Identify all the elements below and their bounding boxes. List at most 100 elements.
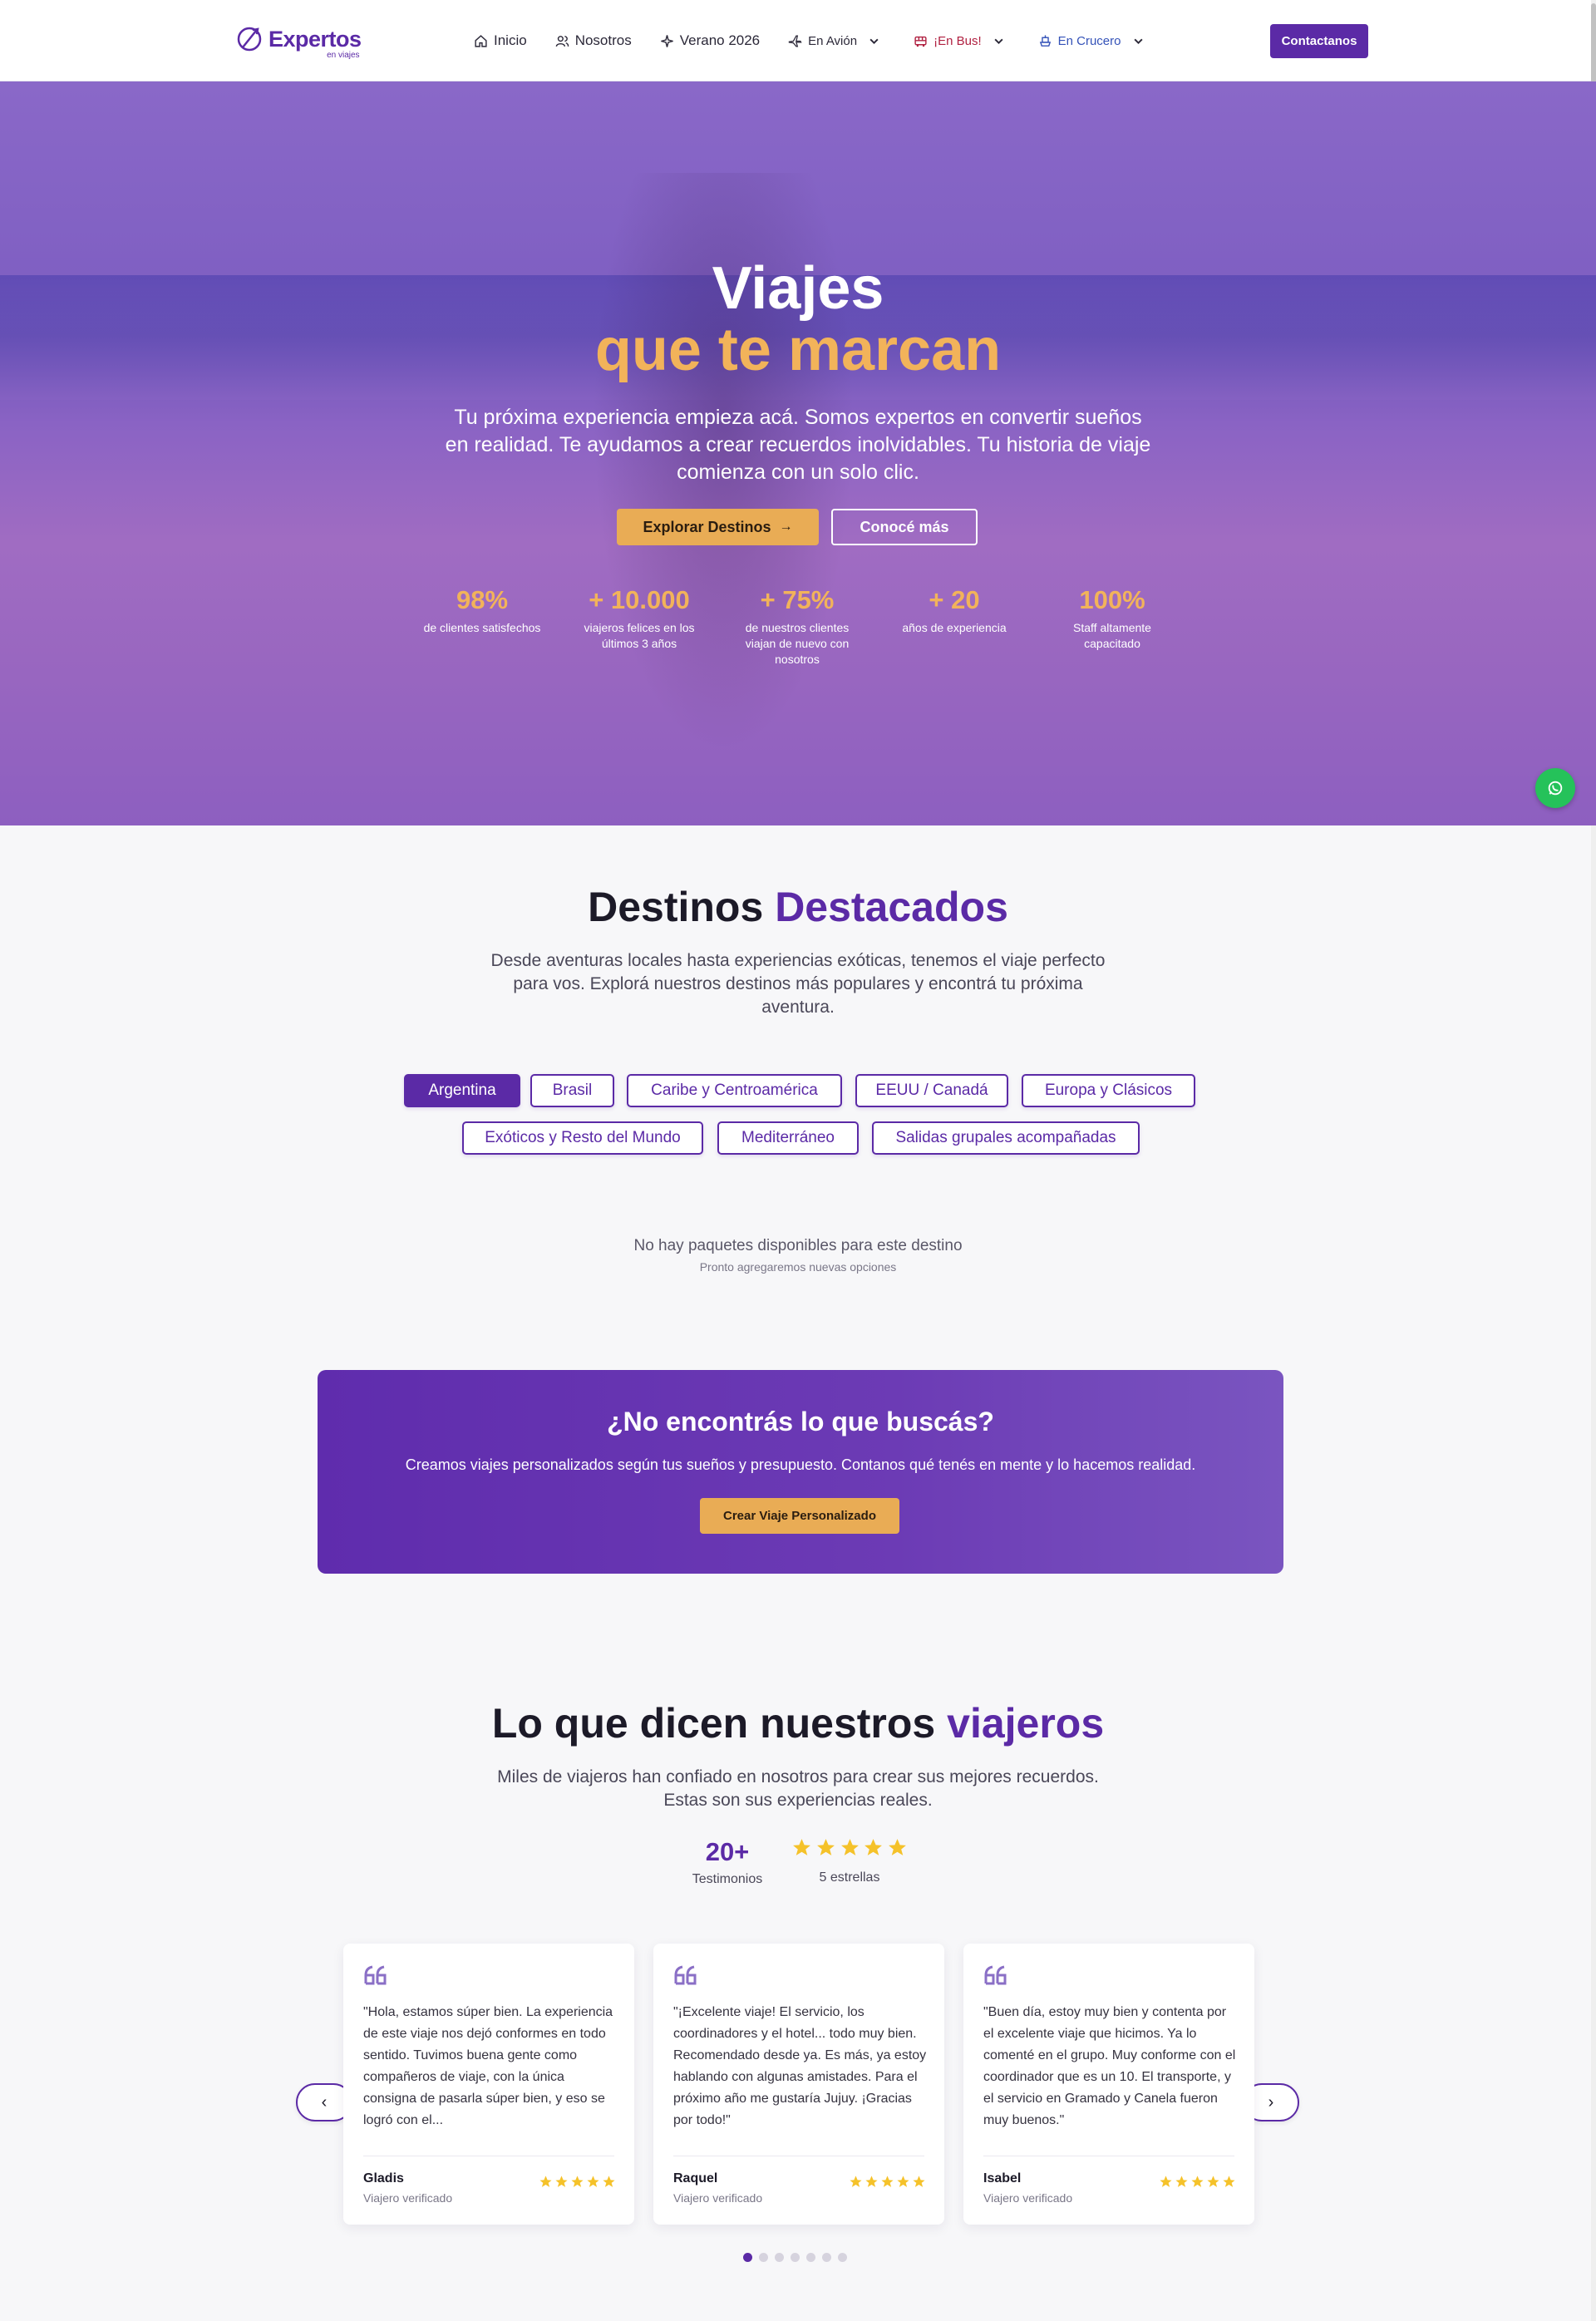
logo[interactable]: Expertos en viajes — [235, 25, 362, 60]
compass-logo-icon — [237, 27, 262, 52]
rating-stars — [791, 1837, 908, 1858]
quote-icon — [674, 1965, 697, 1985]
learn-more-button[interactable]: Conocé más — [831, 509, 978, 545]
stat-item: 100% Staff altamente capacitado — [1050, 585, 1175, 652]
main-menu: Inicio Nosotros Verano 2026 En Avión ¡En… — [474, 0, 1178, 81]
empty-state-subtitle: Pronto agregaremos nuevas opciones — [699, 1260, 897, 1274]
stat-item: 98% de clientes satisfechos — [420, 585, 544, 636]
star-icon — [881, 2176, 894, 2187]
heading-text: Lo que dicen nuestros — [491, 1700, 936, 1747]
filter-exoticos[interactable]: Exóticos y Resto del Mundo — [462, 1121, 703, 1155]
nav-item-nosotros[interactable]: Nosotros — [555, 32, 632, 49]
carousel-dot[interactable] — [743, 2253, 752, 2262]
heading-accent: Destacados — [775, 884, 1008, 930]
nav-label: En Avión — [808, 33, 858, 48]
star-icon — [864, 1839, 883, 1855]
nav-label: Nosotros — [574, 32, 632, 48]
users-icon — [555, 35, 569, 47]
filter-mediterraneo[interactable]: Mediterráneo — [717, 1121, 859, 1155]
stat-label: de nuestros clientes viajan de nuevo con… — [745, 621, 850, 666]
nav-label: En Crucero — [1057, 33, 1121, 48]
stat-label: años de experiencia — [902, 621, 1007, 634]
star-icon — [1175, 2176, 1188, 2187]
testimonial-card: "Hola, estamos súper bien. La experienci… — [343, 1944, 634, 2225]
destinations-subtitle: Desde aventuras locales hasta experienci… — [490, 951, 1106, 1017]
testimonial-text: "¡Excelente viaje! El servicio, los coor… — [673, 2005, 927, 2127]
chevron-down-icon — [869, 38, 879, 44]
nav-label: ¡En Bus! — [933, 33, 982, 48]
rating-label: 5 estrellas — [819, 1870, 880, 1885]
stat-item: + 75% de nuestros clientes viajan de nue… — [735, 585, 860, 668]
star-icon — [539, 2176, 552, 2187]
nav-item-bus[interactable]: ¡En Bus! — [914, 34, 1010, 48]
star-icon — [1207, 2176, 1219, 2187]
star-icon — [897, 2176, 909, 2187]
destinations-heading: Destinos Destacados — [0, 883, 1596, 931]
star-icon — [1160, 2176, 1172, 2187]
filter-eeuu-canada[interactable]: EEUU / Canadá — [855, 1074, 1008, 1107]
nav-label: Inicio — [494, 32, 527, 48]
banner-title: ¿No encontrás lo que buscás? — [607, 1407, 994, 1436]
hero-title: Viajes — [712, 255, 884, 322]
star-icon — [889, 1839, 906, 1855]
whatsapp-icon — [1548, 781, 1563, 796]
nav-item-inicio[interactable]: Inicio — [474, 32, 527, 49]
stat-label: Staff altamente capacitado — [1073, 621, 1151, 650]
star-icon — [1191, 2176, 1204, 2187]
stat-item: + 20 años de experiencia — [892, 585, 1017, 636]
empty-state-title: No hay paquetes disponibles para este de… — [633, 1237, 963, 1254]
testimonial-stars — [847, 2175, 926, 2189]
nav-item-verano[interactable]: Verano 2026 — [660, 32, 760, 49]
bus-icon — [914, 36, 927, 47]
carousel-dot[interactable] — [775, 2253, 784, 2262]
star-icon — [1223, 2176, 1235, 2187]
star-icon — [840, 1839, 859, 1855]
create-custom-trip-button[interactable]: Crear Viaje Personalizado — [700, 1498, 899, 1534]
logo-name: Expertos — [268, 26, 362, 52]
stat-item: + 10.000 viajeros felices en los últimos… — [577, 585, 702, 652]
testimonial-text: "Hola, estamos súper bien. La experienci… — [363, 2005, 613, 2127]
explore-destinations-button[interactable]: Explorar Destinos → — [617, 509, 819, 545]
testimonial-stars — [1157, 2175, 1236, 2189]
carousel-dot[interactable] — [759, 2253, 768, 2262]
star-icon — [555, 2176, 568, 2187]
testimonials-count: 20+ — [705, 1837, 750, 1866]
carousel-dot[interactable] — [806, 2253, 815, 2262]
ship-icon — [1039, 34, 1051, 47]
stat-value: + 20 — [929, 585, 980, 614]
contact-button[interactable]: Contactanos — [1270, 24, 1368, 58]
plane-icon — [788, 34, 802, 47]
star-icon — [587, 2176, 599, 2187]
testimonials-count-label: Testimonios — [692, 1872, 763, 1886]
home-icon — [475, 34, 487, 47]
star-icon — [793, 1839, 810, 1855]
filter-salidas-grupales[interactable]: Salidas grupales acompañadas — [872, 1121, 1140, 1155]
button-label: Explorar Destinos — [643, 518, 771, 535]
carousel-dot[interactable] — [838, 2253, 847, 2262]
hero-subtitle: Tu próxima experiencia empieza acá. Somo… — [445, 406, 1151, 484]
star-icon — [850, 2176, 862, 2187]
chevron-down-icon — [994, 38, 1003, 44]
filter-brasil[interactable]: Brasil — [530, 1074, 614, 1107]
testimonial-author: Gladis — [363, 2171, 404, 2185]
filter-argentina[interactable]: Argentina — [404, 1074, 520, 1107]
testimonial-role: Viajero verificado — [983, 2191, 1073, 2205]
nav-item-avion[interactable]: En Avión — [788, 34, 885, 48]
stat-value: 98% — [456, 585, 509, 614]
hero-section: Viajes que te marcan Tu próxima experien… — [0, 81, 1596, 825]
star-icon — [603, 2176, 615, 2187]
whatsapp-button[interactable] — [1535, 768, 1575, 808]
quote-icon — [984, 1965, 1007, 1985]
nav-label: Verano 2026 — [679, 32, 761, 48]
filter-europa[interactable]: Europa y Clásicos — [1022, 1074, 1195, 1107]
stat-label: de clientes satisfechos — [423, 621, 541, 634]
nav-item-crucero[interactable]: En Crucero — [1038, 34, 1150, 48]
star-icon — [913, 2176, 925, 2187]
filter-caribe[interactable]: Caribe y Centroamérica — [627, 1074, 842, 1107]
testimonial-text: "Buen día, estoy muy bien y contenta por… — [983, 2005, 1236, 2127]
carousel-dot[interactable] — [791, 2253, 800, 2262]
custom-trip-banner: ¿No encontrás lo que buscás? Creamos via… — [318, 1370, 1283, 1574]
carousel-dot[interactable] — [822, 2253, 831, 2262]
heading-text: Destinos — [588, 884, 764, 930]
stat-label: viajeros felices en los últimos 3 años — [584, 621, 695, 650]
